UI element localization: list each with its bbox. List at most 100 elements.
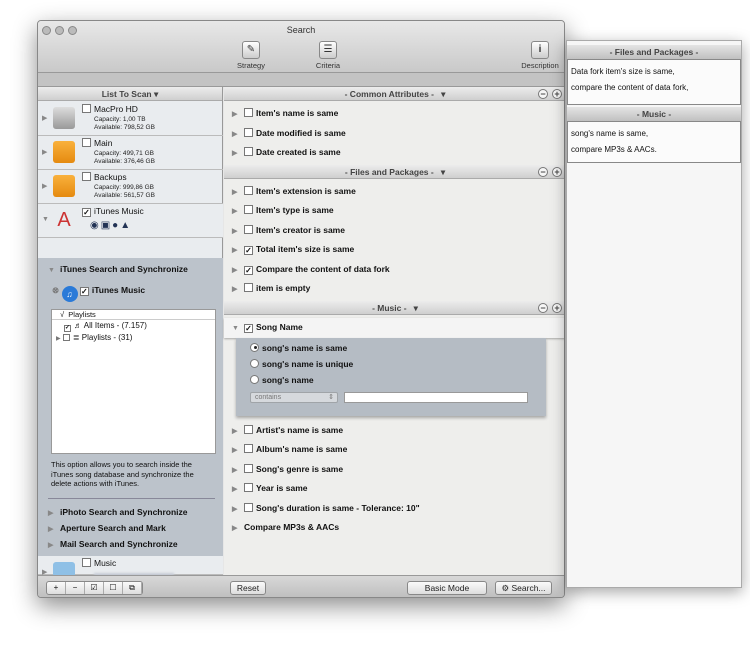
list-button[interactable]: − bbox=[66, 582, 85, 594]
criterion-label: Compare MP3s & AACs bbox=[244, 522, 340, 532]
remove-icon[interactable]: ⊗ bbox=[52, 285, 59, 295]
criterion-label: Item's name is same bbox=[256, 108, 339, 118]
volume-name: Main bbox=[94, 138, 113, 148]
criterion-row[interactable]: ▶ Date modified is same bbox=[224, 124, 564, 143]
music-checkbox[interactable]: Music bbox=[82, 558, 116, 568]
itunes-source-row[interactable]: ▼ A ✓ iTunes Music ◉▣●▲ bbox=[38, 204, 223, 238]
divider bbox=[48, 498, 215, 499]
iphoto-section[interactable]: ▶ iPhoto Search and Synchronize bbox=[48, 507, 188, 517]
criterion-row[interactable]: ▶ ✓ Total item's size is same bbox=[224, 240, 564, 259]
itunes-music-option[interactable]: ⊗ ♫ ✓ iTunes Music bbox=[52, 285, 145, 302]
media-app-icons: ◉▣●▲ bbox=[90, 220, 133, 231]
criterion-row[interactable]: ▶ Artist's name is same bbox=[224, 421, 564, 440]
search-label: Search... bbox=[511, 583, 546, 593]
music-folder-row[interactable]: ▶ Music bbox=[38, 556, 223, 579]
expand-button[interactable]: + bbox=[552, 302, 562, 313]
desc-line: Data fork item's size is same, bbox=[571, 67, 675, 76]
toolbar-strip bbox=[38, 73, 564, 87]
volume-available: Available: 376,46 GB bbox=[94, 158, 155, 165]
playlist-row[interactable]: ✓ ♬ All Items - (7.157) bbox=[52, 320, 215, 332]
toolbar: Search ✎ Strategy ☰ Criteria i Description bbox=[38, 21, 564, 73]
group-header[interactable]: - Common Attributes - ▾ − + bbox=[224, 87, 564, 101]
aperture-section[interactable]: ▶ Aperture Search and Mark bbox=[48, 523, 166, 533]
info-icon: i bbox=[531, 41, 549, 59]
criterion-row[interactable]: ▶ Item's creator is same bbox=[224, 221, 564, 240]
criterion-label: Total item's size is same bbox=[256, 244, 355, 254]
itunes-options-panel: ▼ iTunes Search and Synchronize ⊗ ♫ ✓ iTun… bbox=[38, 258, 223, 556]
itunes-label: iTunes Music bbox=[94, 206, 144, 216]
basic-mode-button[interactable]: Basic Mode bbox=[407, 581, 487, 595]
volume-checkbox[interactable]: Backups bbox=[82, 172, 127, 182]
reset-button[interactable]: Reset bbox=[230, 581, 266, 595]
desc-line: compare MP3s & AACs. bbox=[571, 145, 657, 154]
search-button[interactable]: ⚙ Search... bbox=[495, 581, 552, 595]
collapse-button[interactable]: − bbox=[538, 166, 548, 177]
criterion-label: Artist's name is same bbox=[256, 424, 344, 435]
mail-section[interactable]: ▶ Mail Search and Synchronize bbox=[48, 539, 178, 549]
criterion-row[interactable]: ▶ Song's duration is same - Tolerance: 10… bbox=[224, 499, 564, 518]
match-select[interactable]: contains ⇕ bbox=[250, 391, 338, 403]
criterion-label: Song's duration is same - Tolerance: 10" bbox=[256, 502, 420, 513]
match-text-input[interactable] bbox=[344, 391, 528, 403]
volume-row[interactable]: ▶ Backups Capacity: 999,86 GB Available:… bbox=[38, 170, 223, 204]
search-icon: ⚙ bbox=[501, 583, 510, 593]
header-label: List To Scan bbox=[101, 89, 152, 99]
group-title: - Music - bbox=[372, 302, 407, 313]
itunes-music-label: iTunes Music bbox=[91, 285, 146, 295]
group-header[interactable]: - Music - ▾ − + bbox=[224, 300, 564, 315]
volume-checkbox[interactable]: Main bbox=[82, 138, 112, 148]
criterion-row[interactable]: ▶ item is empty bbox=[224, 279, 564, 298]
group-header[interactable]: - Files and Packages - ▾ − + bbox=[224, 164, 564, 179]
list-button[interactable]: ☑ bbox=[85, 582, 104, 594]
strategy-button[interactable]: ✎ Strategy bbox=[221, 41, 281, 70]
volume-name: Backups bbox=[94, 172, 127, 182]
list-button[interactable]: + bbox=[47, 582, 66, 594]
volume-available: Available: 561,57 GB bbox=[94, 192, 155, 199]
list-to-scan-header[interactable]: List To Scan ▾ bbox=[38, 87, 222, 101]
list-icon: ☰ bbox=[319, 41, 337, 59]
criterion-row[interactable]: ▶ Year is same bbox=[224, 479, 564, 498]
list-button[interactable]: ⧉ bbox=[123, 582, 142, 594]
song-name-row[interactable]: ▼ ✓ Song Name bbox=[224, 317, 564, 338]
volume-checkbox[interactable]: MacPro HD bbox=[82, 104, 138, 114]
list-to-scan-pane: List To Scan ▾ ▶ MacPro HD Capacity: 1,0… bbox=[38, 87, 223, 579]
criterion-row[interactable]: ▶ Item's type is same bbox=[224, 201, 564, 220]
expand-button[interactable]: + bbox=[552, 89, 562, 99]
description-panel: - Files and Packages - Data fork item's … bbox=[566, 40, 742, 588]
music-description: song's name is same, compare MP3s & AACs. bbox=[567, 121, 741, 163]
criterion-label: Date created is same bbox=[256, 147, 341, 157]
description-label: Description bbox=[521, 61, 559, 70]
criterion-row[interactable]: ▶ Item's extension is same bbox=[224, 182, 564, 201]
criteria-button[interactable]: ☰ Criteria bbox=[298, 41, 358, 70]
expand-button[interactable]: + bbox=[552, 166, 562, 177]
list-button[interactable]: ☐ bbox=[104, 582, 123, 594]
check-column: √ bbox=[60, 310, 65, 319]
itunes-checkbox[interactable]: ✓ iTunes Music bbox=[82, 206, 144, 217]
criterion-label: Song's genre is same bbox=[256, 463, 344, 474]
criterion-row[interactable]: ▶ ✓ Compare the content of data fork bbox=[224, 260, 564, 279]
group-title: - Common Attributes - bbox=[344, 89, 435, 99]
criteria-pane: - Common Attributes - ▾ − + ▶ Item's name is… bbox=[224, 87, 564, 575]
option-radio[interactable]: song's name bbox=[250, 374, 314, 385]
volume-capacity: Capacity: 499,71 GB bbox=[94, 150, 154, 157]
drive-icon bbox=[53, 175, 75, 197]
option-radio[interactable]: song's name is same bbox=[250, 342, 347, 353]
playlists-column[interactable]: Playlists bbox=[68, 310, 96, 319]
criterion-label: Item's creator is same bbox=[256, 224, 345, 235]
description-button[interactable]: i Description bbox=[510, 41, 564, 70]
option-label: song's name is unique bbox=[262, 358, 354, 369]
playlist-row[interactable]: ▶ ≣ Playlists - (31) bbox=[52, 332, 215, 345]
criterion-row[interactable]: ▶ Item's name is same bbox=[224, 104, 564, 123]
app-icon: A bbox=[57, 209, 71, 231]
select-value: contains bbox=[255, 393, 282, 401]
search-window: Search ✎ Strategy ☰ Criteria i Description … bbox=[37, 20, 565, 598]
volume-row[interactable]: ▶ MacPro HD Capacity: 1,00 TB Available:… bbox=[38, 102, 223, 136]
volume-row[interactable]: ▶ Main Capacity: 499,71 GB Available: 37… bbox=[38, 136, 223, 170]
criterion-row[interactable]: ▶ Date created is same bbox=[224, 143, 564, 162]
criterion-row[interactable]: ▶ Song's genre is same bbox=[224, 460, 564, 479]
collapse-button[interactable]: − bbox=[538, 302, 548, 313]
collapse-button[interactable]: − bbox=[538, 89, 548, 99]
criterion-row[interactable]: ▶ Compare MP3s & AACs bbox=[224, 518, 564, 537]
criterion-row[interactable]: ▶ Album's name is same bbox=[224, 440, 564, 459]
option-radio[interactable]: song's name is unique bbox=[250, 358, 354, 369]
